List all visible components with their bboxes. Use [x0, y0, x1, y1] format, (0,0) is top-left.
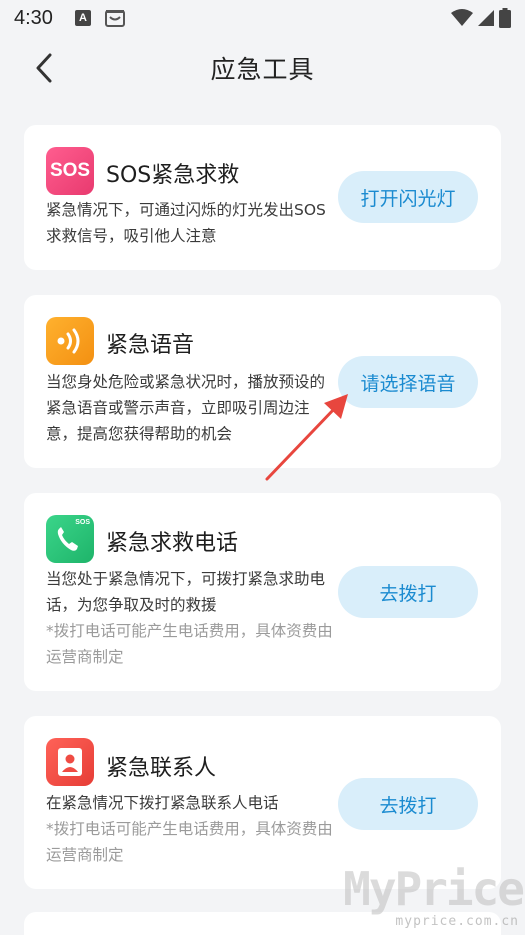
page-title: 应急工具 — [210, 55, 315, 84]
card-description: 当您处于紧急情况下，可拨打紧急求助电话，为您争取及时的救援 — [46, 570, 326, 614]
card-voice: 紧急语音 当您身处危险或紧急状况时，播放预设的紧急语音或警示声音，立即吸引周边注… — [24, 295, 501, 468]
phone-sos-label: SOS — [75, 519, 90, 526]
contact-card-icon — [46, 738, 94, 786]
phone-icon — [57, 527, 78, 551]
card-title: SOS紧急求救 — [106, 163, 240, 188]
header-bar: 应急工具 — [0, 36, 525, 100]
open-flashlight-button[interactable]: 打开闪光灯 — [338, 171, 478, 223]
smile-box-icon — [104, 10, 125, 27]
sos-icon: SOS — [46, 147, 94, 195]
status-icons — [451, 8, 511, 28]
card-sos: SOS SOS紧急求救 紧急情况下，可通过闪烁的灯光发出SOS求救信号，吸引他人… — [24, 125, 501, 270]
select-voice-button[interactable]: 请选择语音 — [338, 356, 478, 408]
a-notification-icon: A — [74, 10, 91, 26]
signal-icon — [478, 10, 494, 26]
status-time: 4:30 — [14, 6, 53, 29]
phone-sos-icon: SOS — [46, 515, 94, 563]
wifi-icon — [451, 9, 473, 26]
card-emergency-call: SOS 紧急求救电话 当您处于紧急情况下，可拨打紧急求助电话，为您争取及时的救援… — [24, 493, 501, 691]
card-note: *拨打电话可能产生电话费用，具体资费由运营商制定 — [46, 622, 333, 666]
person-icon — [58, 748, 82, 776]
voice-waves-icon — [46, 317, 94, 365]
call-emergency-button[interactable]: 去拨打 — [338, 566, 478, 618]
call-contact-button[interactable]: 去拨打 — [338, 778, 478, 830]
watermark-text: MyPrice — [343, 862, 525, 916]
sos-icon-label: SOS — [49, 160, 91, 181]
back-button[interactable] — [26, 50, 62, 86]
watermark: MyPrice myprice.com.cn — [343, 862, 525, 935]
battery-icon — [499, 8, 511, 28]
card-description: 在紧急情况下拨打紧急联系人电话 — [46, 794, 279, 812]
card-description: 当您身处危险或紧急状况时，播放预设的紧急语音或警示声音，立即吸引周边注意，提高您… — [46, 373, 326, 443]
card-description: 紧急情况下，可通过闪烁的灯光发出SOS求救信号，吸引他人注意 — [46, 201, 326, 245]
sound-waves-icon — [57, 328, 80, 354]
chevron-left-icon — [36, 53, 52, 83]
watermark-url: myprice.com.cn — [395, 914, 519, 929]
card-title: 紧急语音 — [106, 333, 195, 358]
card-title: 紧急求救电话 — [106, 531, 239, 556]
card-title: 紧急联系人 — [106, 756, 217, 781]
status-bar: 4:30 A — [0, 0, 525, 36]
card-note: *拨打电话可能产生电话费用，具体资费由运营商制定 — [46, 820, 333, 864]
